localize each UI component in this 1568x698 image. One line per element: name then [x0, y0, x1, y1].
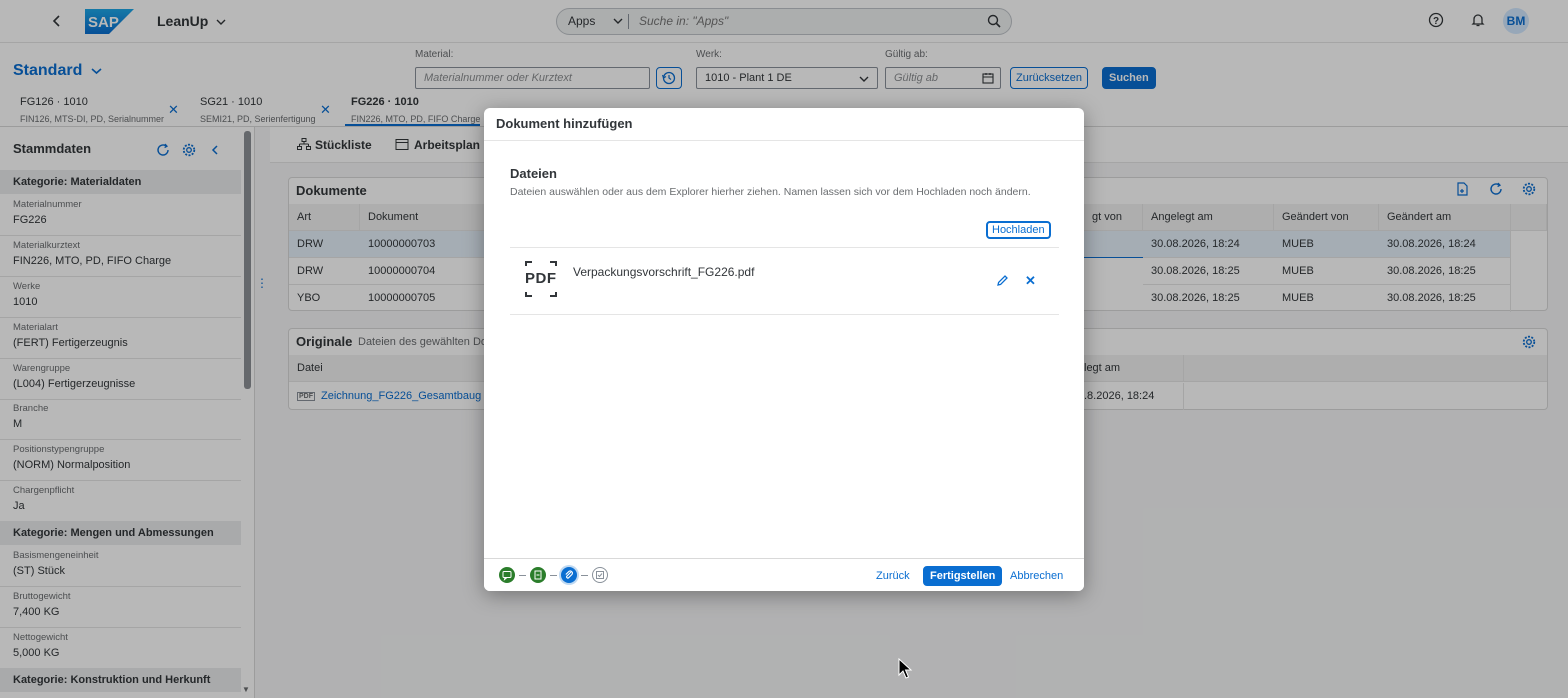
- step-attachment-icon[interactable]: [561, 567, 577, 583]
- step-comment-icon[interactable]: [499, 567, 515, 583]
- edit-icon[interactable]: [996, 274, 1009, 290]
- upload-file-item[interactable]: PDF Verpackungsvorschrift_FG226.pdf ✕: [510, 248, 1059, 315]
- upload-button[interactable]: Hochladen: [986, 221, 1051, 239]
- close-icon[interactable]: ✕: [1025, 273, 1036, 289]
- cancel-button[interactable]: Abbrechen: [1004, 566, 1069, 586]
- mouse-cursor-icon: [898, 657, 914, 683]
- add-document-dialog: Dokument hinzufügen Dateien Dateien ausw…: [484, 108, 1084, 591]
- pdf-icon-label: PDF: [525, 270, 557, 287]
- back-button[interactable]: Zurück: [870, 566, 916, 586]
- step-connector: [581, 575, 588, 576]
- step-connector: [550, 575, 557, 576]
- dialog-footer: Zurück Fertigstellen Abbrechen: [484, 558, 1084, 591]
- step-document-icon[interactable]: [530, 567, 546, 583]
- dialog-header: Dokument hinzufügen: [484, 108, 1084, 141]
- dialog-title: Dokument hinzufügen: [496, 116, 633, 131]
- section-title: Dateien: [510, 166, 557, 181]
- file-name: Verpackungsvorschrift_FG226.pdf: [573, 265, 755, 279]
- pdf-file-icon: PDF: [524, 260, 558, 298]
- section-description: Dateien auswählen oder aus dem Explorer …: [510, 186, 1031, 198]
- finish-button[interactable]: Fertigstellen: [923, 566, 1003, 586]
- step-connector: [519, 575, 526, 576]
- step-review-icon[interactable]: [592, 567, 608, 583]
